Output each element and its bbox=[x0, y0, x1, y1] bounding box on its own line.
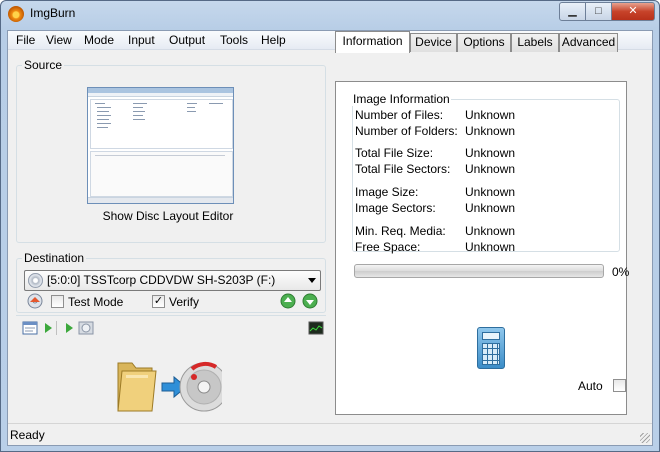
auto-checkbox[interactable] bbox=[613, 379, 626, 392]
log-window-icon[interactable] bbox=[22, 320, 38, 336]
tab-device[interactable]: Device bbox=[410, 33, 457, 52]
image-information-title: Image Information bbox=[352, 92, 451, 106]
destination-drive-value: [5:0:0] TSSTcorp CDDVDW SH-S203P (F:) bbox=[47, 273, 276, 287]
tab-labels[interactable]: Labels bbox=[511, 33, 559, 52]
app-icon[interactable] bbox=[8, 6, 24, 22]
maximize-button[interactable]: □ bbox=[585, 2, 612, 21]
menu-file[interactable]: File bbox=[16, 33, 35, 47]
status-bar: Ready bbox=[8, 423, 652, 445]
graph-icon[interactable] bbox=[308, 320, 324, 336]
destination-label: Destination bbox=[22, 251, 87, 265]
info-value-image-sectors: Unknown bbox=[465, 201, 516, 215]
show-disc-layout-editor-link[interactable]: Show Disc Layout Editor bbox=[8, 209, 328, 223]
test-mode-label: Test Mode bbox=[68, 295, 124, 309]
progress-bar bbox=[354, 264, 604, 278]
menu-mode[interactable]: Mode bbox=[84, 33, 114, 47]
tab-information[interactable]: Information bbox=[335, 31, 410, 53]
info-value-files: Unknown bbox=[465, 108, 516, 122]
eject-disc-icon[interactable] bbox=[27, 293, 43, 309]
optical-drive-icon bbox=[28, 273, 43, 288]
info-value-total-file-size: Unknown bbox=[465, 146, 516, 160]
status-text: Ready bbox=[10, 428, 45, 442]
close-button[interactable]: ✕ bbox=[611, 2, 655, 21]
folder-to-disc-icon[interactable] bbox=[112, 353, 222, 415]
info-label-files: Number of Files: bbox=[355, 108, 444, 122]
info-label-folders: Number of Folders: bbox=[355, 124, 458, 138]
info-value-total-file-sectors: Unknown bbox=[465, 162, 516, 176]
speed-up-icon[interactable] bbox=[280, 293, 296, 309]
destination-drive-select[interactable]: [5:0:0] TSSTcorp CDDVDW SH-S203P (F:) bbox=[24, 270, 321, 291]
client-area: File View Mode Input Output Tools Help S… bbox=[7, 30, 653, 446]
disc-layout-editor-thumbnail[interactable] bbox=[87, 87, 234, 204]
tab-advanced[interactable]: Advanced bbox=[559, 33, 618, 52]
play-queue-icon[interactable] bbox=[61, 320, 77, 336]
info-label-total-file-sectors: Total File Sectors: bbox=[355, 162, 451, 176]
source-label: Source bbox=[22, 58, 65, 72]
resize-grip-icon[interactable] bbox=[640, 433, 650, 443]
info-label-free-space: Free Space: bbox=[355, 240, 421, 254]
menu-output[interactable]: Output bbox=[169, 33, 205, 47]
minimize-button[interactable]: ▁ bbox=[559, 2, 586, 21]
menu-help[interactable]: Help bbox=[261, 33, 286, 47]
info-label-min-req-media: Min. Req. Media: bbox=[355, 224, 446, 238]
disc-queue-icon[interactable] bbox=[78, 320, 94, 336]
progress-percent: 0% bbox=[612, 265, 630, 279]
test-mode-checkbox[interactable] bbox=[51, 295, 64, 308]
verify-label: Verify bbox=[169, 295, 200, 309]
info-label-total-file-size: Total File Size: bbox=[355, 146, 434, 160]
play-icon[interactable] bbox=[40, 320, 56, 336]
menu-tools[interactable]: Tools bbox=[220, 33, 248, 47]
window-title: ImgBurn bbox=[30, 6, 76, 20]
divider bbox=[16, 315, 326, 316]
auto-label: Auto bbox=[578, 379, 603, 393]
info-value-min-req-media: Unknown bbox=[465, 224, 516, 238]
verify-checkbox[interactable]: ✓ bbox=[152, 295, 165, 308]
speed-down-icon[interactable] bbox=[302, 293, 318, 309]
menu-view[interactable]: View bbox=[46, 33, 72, 47]
info-label-image-sectors: Image Sectors: bbox=[355, 201, 436, 215]
information-panel: Image Information Number of Files: Unkno… bbox=[335, 81, 630, 415]
title-bar[interactable]: ImgBurn ▁ □ ✕ bbox=[1, 1, 659, 29]
menu-input[interactable]: Input bbox=[128, 33, 155, 47]
info-value-image-size: Unknown bbox=[465, 185, 516, 199]
calculator-icon[interactable] bbox=[477, 327, 505, 369]
info-label-image-size: Image Size: bbox=[355, 185, 419, 199]
info-value-free-space: Unknown bbox=[465, 240, 516, 254]
info-value-folders: Unknown bbox=[465, 124, 516, 138]
tab-options[interactable]: Options bbox=[457, 33, 511, 52]
main-window: ImgBurn ▁ □ ✕ File View Mode Input Outpu… bbox=[0, 0, 660, 452]
chevron-down-icon bbox=[308, 278, 316, 283]
